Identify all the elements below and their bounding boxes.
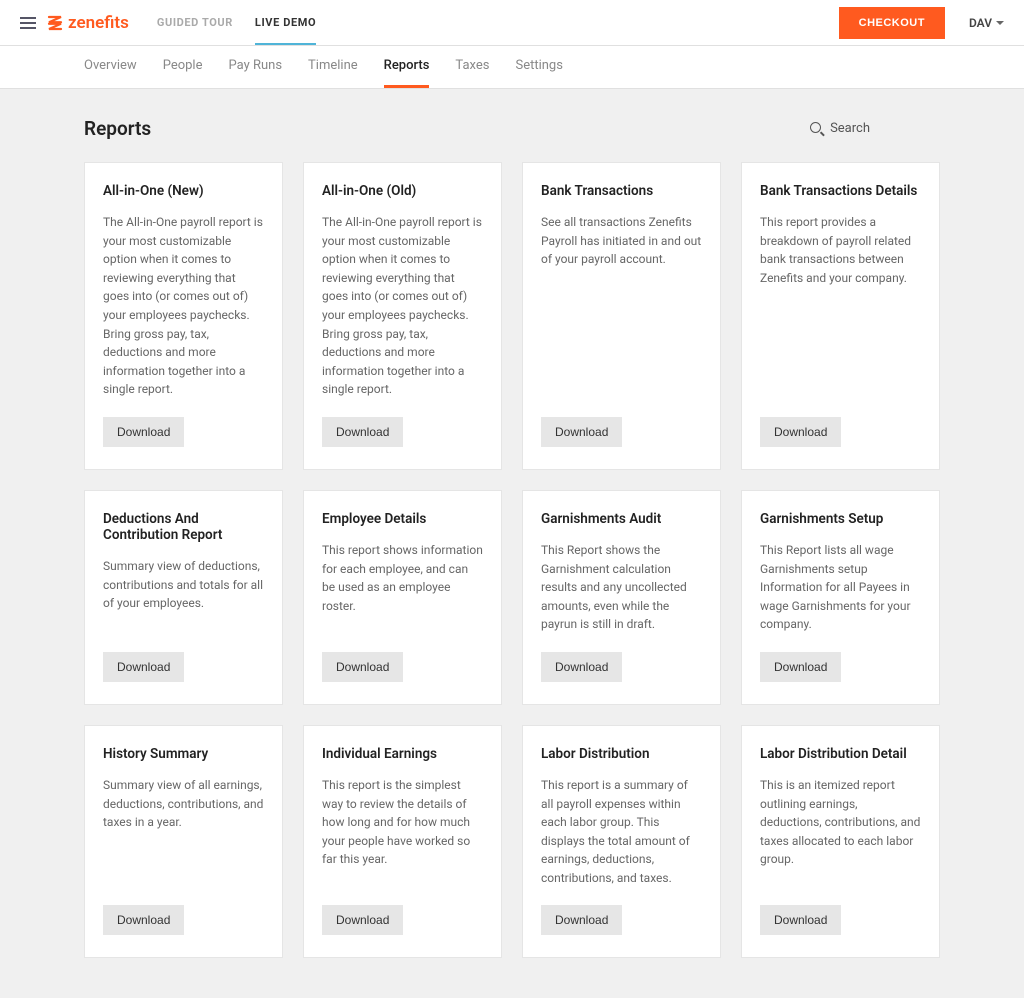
report-description: The All-in-One payroll report is your mo… — [322, 213, 483, 399]
nav-payruns[interactable]: Pay Runs — [228, 46, 282, 88]
nav-reports[interactable]: Reports — [384, 46, 430, 88]
download-button[interactable]: Download — [103, 652, 184, 682]
report-description: Summary view of deductions, contribution… — [103, 557, 264, 613]
report-card: Employee Details This report shows inform… — [303, 490, 502, 705]
checkout-button[interactable]: CHECKOUT — [839, 7, 945, 39]
search-icon — [810, 122, 824, 136]
download-button[interactable]: Download — [103, 905, 184, 935]
search-label: Search — [830, 121, 870, 136]
nav-overview[interactable]: Overview — [84, 46, 137, 88]
nav-timeline[interactable]: Timeline — [308, 46, 358, 88]
report-title: Labor Distribution — [541, 746, 650, 762]
reports-grid: All-in-One (New) The All-in-One payroll r… — [84, 162, 940, 958]
top-bar: zenefits GUIDED TOUR LIVE DEMO CHECKOUT … — [0, 0, 1024, 46]
report-description: This report provides a breakdown of payr… — [760, 213, 921, 287]
download-button[interactable]: Download — [541, 417, 622, 447]
download-button[interactable]: Download — [760, 417, 841, 447]
nav-people[interactable]: People — [163, 46, 203, 88]
report-card: Labor Distribution This report is a summa… — [522, 725, 721, 959]
user-menu[interactable]: DAV — [969, 16, 1004, 30]
report-card: Garnishments Setup This Report lists all … — [741, 490, 940, 705]
report-title: Garnishments Setup — [760, 511, 883, 527]
download-button[interactable]: Download — [103, 417, 184, 447]
download-button[interactable]: Download — [541, 652, 622, 682]
report-card: Labor Distribution Detail This is an item… — [741, 725, 940, 959]
report-title: Deductions And Contribution Report — [103, 511, 264, 543]
report-title: All-in-One (New) — [103, 183, 204, 199]
report-title: Garnishments Audit — [541, 511, 661, 527]
nav-settings[interactable]: Settings — [515, 46, 562, 88]
sub-nav: Overview People Pay Runs Timeline Report… — [0, 46, 1024, 89]
heading-row: Reports Search — [84, 117, 940, 140]
download-button[interactable]: Download — [322, 417, 403, 447]
zenefits-logo-icon — [46, 14, 64, 32]
download-button[interactable]: Download — [760, 652, 841, 682]
download-button[interactable]: Download — [322, 905, 403, 935]
nav-taxes[interactable]: Taxes — [455, 46, 489, 88]
download-button[interactable]: Download — [760, 905, 841, 935]
report-title: Employee Details — [322, 511, 426, 527]
page-title: Reports — [84, 117, 151, 140]
top-tabs: GUIDED TOUR LIVE DEMO — [157, 0, 316, 45]
tab-guided-tour[interactable]: GUIDED TOUR — [157, 0, 233, 45]
report-card: History Summary Summary view of all earni… — [84, 725, 283, 959]
report-card: Bank Transactions See all transactions Ze… — [522, 162, 721, 470]
report-title: Bank Transactions — [541, 183, 653, 199]
report-description: This is an itemized report outlining ear… — [760, 776, 921, 869]
report-title: History Summary — [103, 746, 208, 762]
tab-live-demo[interactable]: LIVE DEMO — [255, 0, 316, 45]
report-description: The All-in-One payroll report is your mo… — [103, 213, 264, 399]
report-card: Individual Earnings This report is the si… — [303, 725, 502, 959]
report-description: This report is the simplest way to revie… — [322, 776, 483, 869]
report-title: Individual Earnings — [322, 746, 437, 762]
content-area: Reports Search All-in-One (New) The All-i… — [0, 89, 1024, 998]
report-description: This Report shows the Garnishment calcul… — [541, 541, 702, 634]
report-description: Summary view of all earnings, deductions… — [103, 776, 264, 832]
report-title: Labor Distribution Detail — [760, 746, 907, 762]
report-title: All-in-One (Old) — [322, 183, 416, 199]
search-link[interactable]: Search — [810, 121, 870, 136]
report-description: This report shows information for each e… — [322, 541, 483, 615]
report-description: This Report lists all wage Garnishments … — [760, 541, 921, 634]
download-button[interactable]: Download — [541, 905, 622, 935]
download-button[interactable]: Download — [322, 652, 403, 682]
report-description: See all transactions Zenefits Payroll ha… — [541, 213, 702, 269]
report-card: Garnishments Audit This Report shows the … — [522, 490, 721, 705]
report-card: All-in-One (New) The All-in-One payroll r… — [84, 162, 283, 470]
menu-icon[interactable] — [20, 17, 36, 29]
user-name: DAV — [969, 16, 992, 30]
report-description: This report is a summary of all payroll … — [541, 776, 702, 888]
chevron-down-icon — [996, 21, 1004, 25]
brand-name: zenefits — [68, 13, 129, 33]
brand-logo[interactable]: zenefits — [46, 13, 129, 33]
report-card: All-in-One (Old) The All-in-One payroll r… — [303, 162, 502, 470]
report-card: Deductions And Contribution Report Summar… — [84, 490, 283, 705]
report-card: Bank Transactions Details This report pro… — [741, 162, 940, 470]
report-title: Bank Transactions Details — [760, 183, 917, 199]
